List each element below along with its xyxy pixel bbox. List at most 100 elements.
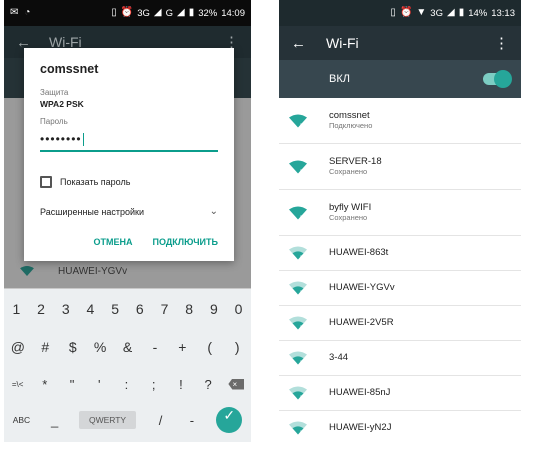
key[interactable]: 1 <box>9 301 23 317</box>
connect-button[interactable]: ПОДКЛЮЧИТЬ <box>153 237 219 247</box>
battery-icon: ▮ <box>188 7 195 18</box>
wifi-toggle-row[interactable]: ВКЛ <box>279 60 521 98</box>
key[interactable]: 5 <box>108 301 122 317</box>
list-item[interactable]: HUAWEI-85nJ <box>279 376 521 411</box>
key[interactable]: 0 <box>232 301 246 317</box>
signal-icon-2: ◢ <box>176 7 185 18</box>
chevron-down-icon[interactable]: ⌄ <box>210 206 218 217</box>
battery-percent: 32% <box>198 7 218 19</box>
key-dash[interactable]: - <box>185 413 199 428</box>
dialog-title: comssnet <box>40 62 99 76</box>
wifi-password-dialog: comssnet Защита WPA2 PSK Пароль ••••••••… <box>24 48 234 261</box>
wifi-status-icon: ◔ <box>24 7 31 18</box>
network-list: comssnet Подключено SERVER-18 Сохранено byfl… <box>279 98 521 442</box>
key[interactable]: ) <box>230 339 244 355</box>
page-title: Wi-Fi <box>326 35 359 51</box>
list-item[interactable]: comssnet Подключено <box>279 98 521 144</box>
keyboard-row-symbols: @ # $% & - + () <box>4 332 251 362</box>
key[interactable]: & <box>121 339 135 355</box>
key[interactable]: % <box>93 339 107 355</box>
alarm-icon: ⏰ <box>399 7 413 18</box>
key[interactable]: : <box>119 377 133 392</box>
list-item[interactable]: byfly WIFI Сохранено <box>279 190 521 236</box>
key[interactable]: ! <box>174 377 188 392</box>
on-screen-keyboard: 1234567890 @ # $% & - +() =\< * " ':;!? × ABC _ Q… <box>4 288 251 442</box>
list-item[interactable]: HUAWEI-YGVv <box>279 271 521 306</box>
wifi-status-icon: ▼ <box>416 7 427 18</box>
security-value: WPA2 PSK <box>40 99 84 109</box>
network-type: 3G <box>430 7 443 19</box>
network-name: HUAWEI-863t <box>329 247 389 259</box>
done-check-icon[interactable]: ✓ <box>216 407 243 433</box>
key[interactable]: 9 <box>207 301 221 317</box>
signal-icon: ◢ <box>446 7 455 18</box>
keyboard-row-digits: 1234567890 <box>4 294 251 324</box>
key-abc[interactable]: ABC <box>13 415 30 425</box>
list-item[interactable]: HUAWEI-yN2J <box>279 411 521 442</box>
network-name: HUAWEI-2V5R <box>329 317 394 329</box>
key[interactable]: ? <box>201 377 215 392</box>
key[interactable]: $ <box>66 339 80 355</box>
key[interactable]: ( <box>203 339 217 355</box>
signal-icon: ◢ <box>153 7 162 18</box>
key[interactable]: 3 <box>59 301 73 317</box>
back-arrow-icon[interactable]: ← <box>291 35 306 52</box>
vibrate-icon: ▯ <box>390 7 396 18</box>
key[interactable]: " <box>65 377 79 392</box>
wifi-switch[interactable] <box>483 70 512 88</box>
advanced-settings-label: Расширенные настройки <box>40 206 144 217</box>
wifi-signal-icon <box>289 281 307 295</box>
list-item[interactable]: 3-44 <box>279 341 521 376</box>
wifi-toggle-label: ВКЛ <box>329 73 350 85</box>
key[interactable]: 2 <box>34 301 48 317</box>
status-bar: ▯ ⏰ ▼ 3G ◢ ▮ 14% 13:13 <box>279 0 521 26</box>
wifi-signal-icon <box>289 246 307 260</box>
list-item[interactable]: SERVER-18 Сохранено <box>279 144 521 190</box>
show-password-checkbox[interactable] <box>40 176 52 188</box>
key[interactable]: ; <box>147 377 161 392</box>
left-phone-screen: ✉ ◔ ▯ ⏰ 3G ◢ G ◢ ▮ 32% 14:09 ← Wi-Fi ⋮ H… <box>4 0 251 442</box>
list-item[interactable]: HUAWEI-863t <box>279 236 521 271</box>
key[interactable]: =\< <box>11 380 25 389</box>
key[interactable]: + <box>175 339 189 355</box>
wifi-signal-icon <box>289 206 307 219</box>
overflow-menu-icon[interactable]: ⋮ <box>494 34 509 52</box>
show-password-label: Показать пароль <box>60 177 131 187</box>
clock: 13:13 <box>491 7 515 19</box>
key-space-qwerty[interactable]: QWERTY <box>78 411 137 429</box>
network-status: Сохранено <box>329 213 368 223</box>
key[interactable]: 7 <box>157 301 171 317</box>
key[interactable]: # <box>38 339 52 355</box>
battery-percent: 14% <box>468 7 488 19</box>
backspace-icon[interactable]: × <box>228 378 245 390</box>
password-field[interactable]: •••••••• <box>40 128 218 152</box>
key[interactable]: 4 <box>83 301 97 317</box>
wifi-signal-icon <box>289 351 307 365</box>
right-phone-screen: ▯ ⏰ ▼ 3G ◢ ▮ 14% 13:13 ← Wi-Fi ⋮ ВКЛ com… <box>279 0 521 442</box>
network-name: SERVER-18 <box>329 155 382 167</box>
key[interactable]: 8 <box>182 301 196 317</box>
network-name: 3-44 <box>329 352 349 364</box>
network-name: HUAWEI-YGVv <box>329 282 395 294</box>
network-type: 3G <box>137 7 150 19</box>
network-name: HUAWEI-85nJ <box>329 387 391 399</box>
list-item[interactable]: HUAWEI-2V5R <box>279 306 521 341</box>
switch-knob <box>494 70 512 88</box>
key[interactable]: * <box>38 377 52 392</box>
wifi-signal-icon <box>289 160 307 173</box>
keyboard-row-punctuation: =\< * " ':;!? × <box>4 369 251 399</box>
network-name: byfly WIFI <box>329 201 372 213</box>
network-name: HUAWEI-yN2J <box>329 422 392 434</box>
key[interactable]: - <box>148 339 162 355</box>
wifi-signal-icon <box>289 421 307 435</box>
key[interactable]: ' <box>92 377 106 392</box>
key-underscore[interactable]: _ <box>48 413 62 428</box>
key[interactable]: @ <box>11 339 25 355</box>
advanced-settings-row[interactable]: Расширенные настройки ⌄ <box>40 206 218 217</box>
network-name: comssnet <box>329 109 370 121</box>
show-password-row[interactable]: Показать пароль <box>40 176 218 188</box>
key[interactable]: 6 <box>133 301 147 317</box>
key-slash[interactable]: / <box>154 413 168 428</box>
cancel-button[interactable]: ОТМЕНА <box>94 237 133 247</box>
password-caption: Пароль <box>40 117 68 126</box>
